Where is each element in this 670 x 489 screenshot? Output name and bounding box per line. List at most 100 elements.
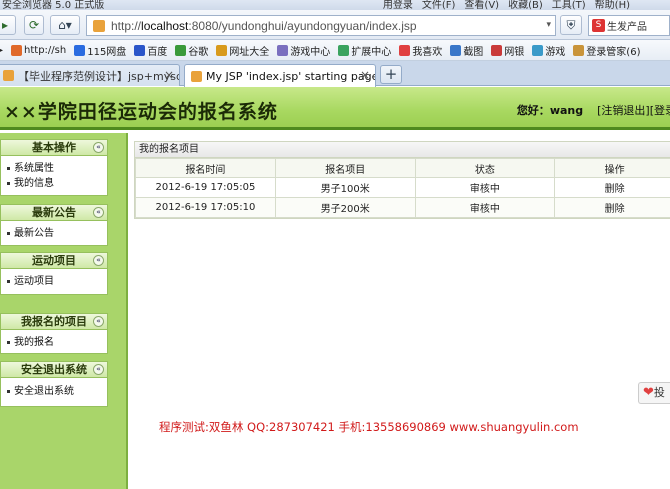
sidebar-section-my-registrations[interactable]: 我报名的项目 « xyxy=(0,313,108,330)
site-title: ××学院田径运动会的报名系统 xyxy=(4,101,278,123)
collapse-icon[interactable]: « xyxy=(93,207,104,218)
sidebar-body-events: 运动项目 xyxy=(0,269,108,295)
bookmark-icon xyxy=(11,44,23,56)
cell-status: 审核中 xyxy=(414,177,556,198)
bookmark-item[interactable]: 扩展中心 xyxy=(338,43,391,58)
bookmark-item[interactable]: 登录管家(6) xyxy=(573,43,640,58)
tab-favicon-icon xyxy=(3,70,14,81)
side-widget-label: 投 xyxy=(653,386,665,399)
browser-titlebar: 安全浏览器 5.0 正式版 用登录 文件(F) 查看(V) 收藏(B) 工具(T… xyxy=(0,0,670,10)
heart-icon: ❤ xyxy=(643,385,654,400)
address-url[interactable]: http://localhost:8080/yundonghui/ayundon… xyxy=(111,19,417,33)
sidebar-body-announcements: 最新公告 xyxy=(0,221,108,246)
bookmark-item[interactable]: 百度 xyxy=(134,43,167,58)
search-label: 生发产品 xyxy=(607,22,647,33)
cell-status: 审核中 xyxy=(414,197,556,218)
page-header: ××学院田径运动会的报名系统 您好：wang [注销退出][登录 xyxy=(0,87,670,130)
bookmarks-arrow-icon[interactable]: ▸ xyxy=(0,45,3,56)
tab-favicon-icon xyxy=(191,70,202,82)
cell-event: 男子200米 xyxy=(274,197,416,218)
sidebar-body-logout: 安全退出系统 xyxy=(0,378,108,407)
bookmark-item[interactable]: 我喜欢 xyxy=(399,43,442,58)
column-header-action: 操作 xyxy=(554,158,670,178)
login-link[interactable]: [登录 xyxy=(650,104,670,117)
table-header-row: 报名时间 报名项目 状态 操作 xyxy=(135,158,670,178)
sidebar-section-announcements[interactable]: 最新公告 « xyxy=(0,204,108,221)
bookmark-item[interactable]: 115网盘 xyxy=(74,43,126,58)
shield-icon[interactable]: ⛨ xyxy=(560,15,582,35)
cell-time: 2012-6-19 17:05:10 xyxy=(135,197,276,218)
window-title: 安全浏览器 5.0 正式版 xyxy=(2,0,105,10)
forward-arrow-icon[interactable]: ▸ xyxy=(0,15,16,35)
tab-index-jsp[interactable]: My JSP 'index.jsp' starting page × xyxy=(184,64,376,87)
game-icon xyxy=(532,44,544,56)
screenshot-icon xyxy=(450,44,462,56)
logout-link[interactable]: [注销退出] xyxy=(597,104,650,117)
bookmark-item[interactable]: 谷歌 xyxy=(175,43,208,58)
bookmark-icon xyxy=(175,44,187,56)
login-manager-icon xyxy=(573,44,585,56)
bookmark-item[interactable]: 游戏 xyxy=(532,43,565,58)
search-engine-box[interactable]: S 生发产品 xyxy=(588,15,670,36)
cell-time: 2012-6-19 17:05:05 xyxy=(135,177,276,198)
delete-link[interactable]: 删除 xyxy=(554,197,670,218)
sidebar-item-my-info[interactable]: 我的信息 xyxy=(1,176,107,191)
tab-label: 【毕业程序范例设计】jsp+mysql网... xyxy=(18,69,179,83)
menu-file[interactable]: 文件(F) xyxy=(422,0,456,10)
sidebar-section-events[interactable]: 运动项目 « xyxy=(0,252,108,269)
bookmark-item[interactable]: 游戏中心 xyxy=(277,43,330,58)
tab-graduation-project[interactable]: 【毕业程序范例设计】jsp+mysql网... × xyxy=(0,64,180,86)
menu-view[interactable]: 查看(V) xyxy=(464,0,499,10)
side-float-widget[interactable]: ❤投 xyxy=(638,382,670,404)
collapse-icon[interactable]: « xyxy=(93,255,104,266)
browser-tabbar: 【毕业程序范例设计】jsp+mysql网... × My JSP 'index.… xyxy=(0,61,670,87)
cell-event: 男子100米 xyxy=(274,177,416,198)
username: wang xyxy=(549,104,584,117)
browser-navbar: ▸ ⟳ ⌂▾ http://localhost:8080/yundonghui/… xyxy=(0,10,670,40)
bank-icon xyxy=(491,44,503,56)
bookmark-item[interactable]: http://sh xyxy=(11,44,66,56)
bookmark-icon xyxy=(216,44,228,56)
registration-table: 报名时间 报名项目 状态 操作 2012-6-19 17:05:05 男子100… xyxy=(135,158,670,218)
sidebar-section-logout[interactable]: 安全退出系统 « xyxy=(0,361,108,378)
bookmarks-bar: ▸ http://sh 115网盘 百度 谷歌 网址大全 游戏中心 扩展中心 我… xyxy=(0,40,670,61)
panel-title: 我的报名项目 xyxy=(135,142,670,158)
menu-tools[interactable]: 工具(T) xyxy=(552,0,586,10)
sidebar-section-basic[interactable]: 基本操作 « xyxy=(0,139,108,156)
bookmark-item[interactable]: 截图 xyxy=(450,43,483,58)
close-icon[interactable]: × xyxy=(360,68,370,82)
browser-menu: 用登录 文件(F) 查看(V) 收藏(B) 工具(T) 帮助(H) xyxy=(383,0,670,10)
user-area: 您好：wang [注销退出][登录 xyxy=(517,102,670,118)
search-engine-icon: S xyxy=(592,19,605,32)
sidebar-item-my-registrations[interactable]: 我的报名 xyxy=(1,335,107,350)
sidebar-item-latest-announcements[interactable]: 最新公告 xyxy=(1,226,107,241)
bookmark-icon xyxy=(74,44,86,56)
address-dropdown-icon[interactable]: ▾ xyxy=(546,20,551,30)
bookmark-item[interactable]: 网银 xyxy=(491,43,524,58)
close-icon[interactable]: × xyxy=(164,68,174,82)
collapse-icon[interactable]: « xyxy=(93,364,104,375)
new-tab-button[interactable]: + xyxy=(380,65,402,84)
column-header-time: 报名时间 xyxy=(135,158,276,178)
collapse-icon[interactable]: « xyxy=(93,142,104,153)
bookmark-icon xyxy=(277,44,289,56)
hello-label: 您好： xyxy=(516,104,550,117)
sidebar-item-system-properties[interactable]: 系统属性 xyxy=(1,161,107,176)
menu-favorites[interactable]: 收藏(B) xyxy=(508,0,543,10)
home-icon[interactable]: ⌂▾ xyxy=(50,15,80,35)
sidebar: 基本操作 « 系统属性 我的信息 最新公告 « 最新公告 运动项目 « 运动项目… xyxy=(0,133,128,489)
site-favicon-icon xyxy=(93,19,105,32)
bookmark-icon xyxy=(134,44,146,56)
collapse-icon[interactable]: « xyxy=(93,316,104,327)
sidebar-item-safe-logout[interactable]: 安全退出系统 xyxy=(1,384,107,399)
sidebar-body-basic: 系统属性 我的信息 xyxy=(0,156,108,196)
delete-link[interactable]: 删除 xyxy=(554,177,670,198)
menu-login[interactable]: 用登录 xyxy=(383,0,413,10)
bookmark-item[interactable]: 网址大全 xyxy=(216,43,269,58)
sidebar-item-events[interactable]: 运动项目 xyxy=(1,274,107,289)
menu-help[interactable]: 帮助(H) xyxy=(595,0,630,10)
table-row: 2012-6-19 17:05:05 男子100米 审核中 删除 xyxy=(135,177,670,198)
refresh-icon[interactable]: ⟳ xyxy=(24,15,44,35)
tab-label: My JSP 'index.jsp' starting page xyxy=(206,69,376,83)
address-bar[interactable]: http://localhost:8080/yundonghui/ayundon… xyxy=(86,15,556,36)
